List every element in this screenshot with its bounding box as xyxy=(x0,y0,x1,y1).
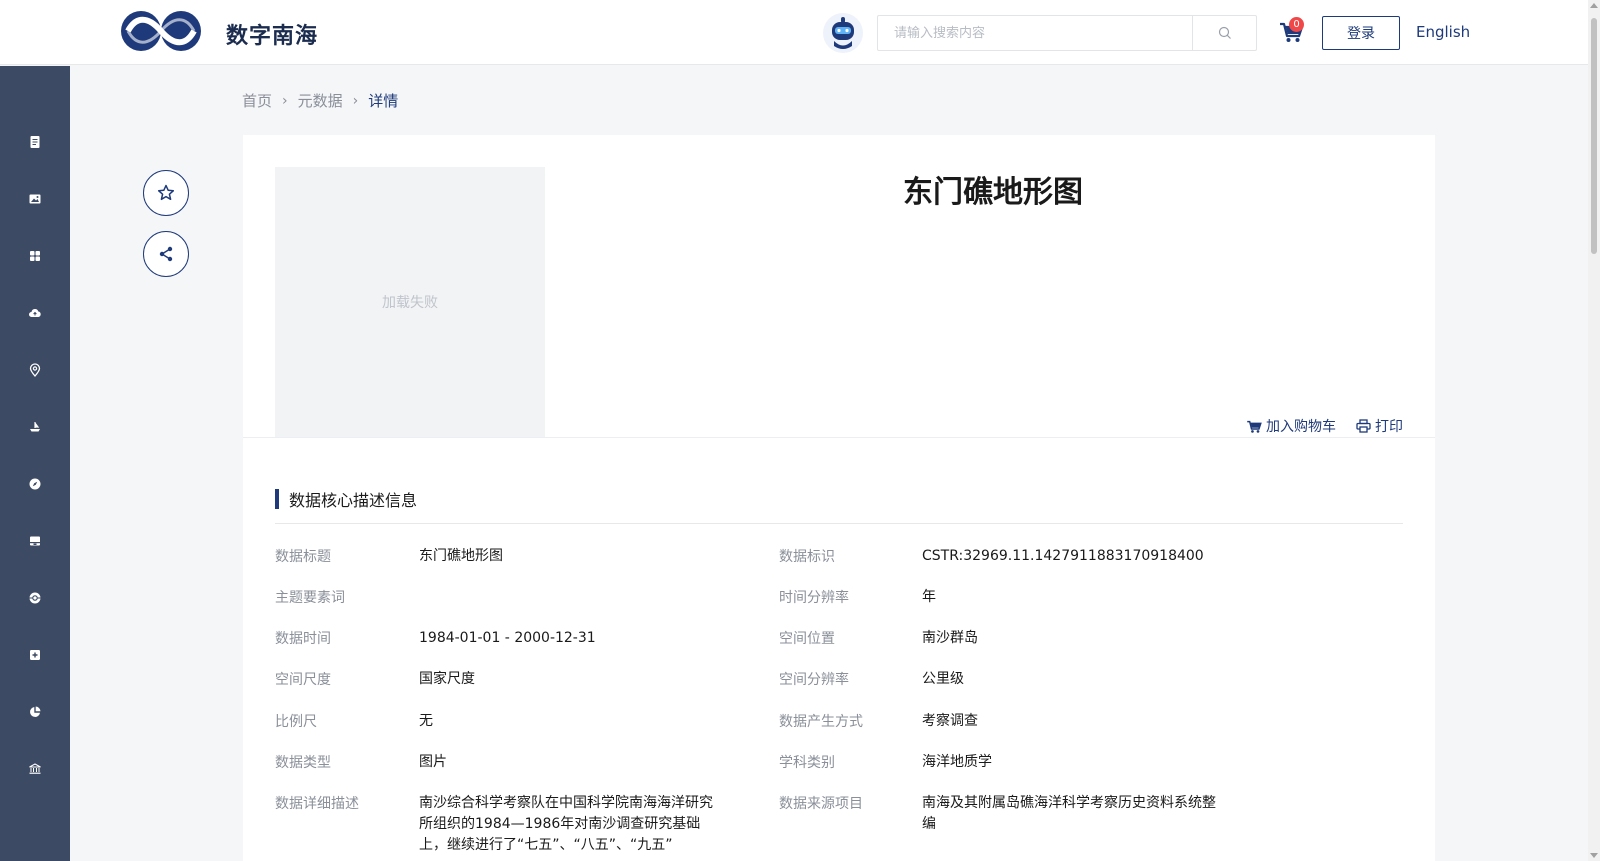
metadata-label: 数据产生方式 xyxy=(779,714,863,730)
building-icon xyxy=(29,763,41,774)
archive-icon xyxy=(30,536,40,546)
cart-icon xyxy=(1247,420,1262,433)
add-to-cart-label: 加入购物车 xyxy=(1266,419,1336,435)
divider xyxy=(243,437,1435,438)
metadata-value: 海洋地质学 xyxy=(922,754,992,770)
scroll-down-icon[interactable] xyxy=(1590,853,1598,858)
metadata-value: 年 xyxy=(922,589,936,605)
login-button[interactable]: 登录 xyxy=(1322,16,1400,50)
plus-square-icon xyxy=(30,650,40,660)
pie-chart-icon xyxy=(30,706,41,717)
image-icon xyxy=(29,194,41,204)
cloud-icon xyxy=(29,309,41,317)
metadata-value: 南沙综合科学考察队在中国科学院南海海洋研究所组织的1984—1986年对南沙调查… xyxy=(419,795,713,853)
cart-count-badge: 0 xyxy=(1289,17,1304,32)
sidebar-item-location[interactable] xyxy=(0,350,70,390)
metadata-label: 数据详细描述 xyxy=(275,796,359,812)
favorite-button[interactable] xyxy=(143,170,189,216)
page-scrollbar[interactable] xyxy=(1588,0,1600,861)
sidebar-item-archive[interactable] xyxy=(0,521,70,561)
search-input[interactable] xyxy=(878,16,1192,50)
metadata-value: 南沙群岛 xyxy=(922,630,978,646)
location-pin-icon xyxy=(29,363,41,377)
star-icon xyxy=(157,184,175,201)
metadata-label: 数据类型 xyxy=(275,755,331,771)
share-button[interactable] xyxy=(143,231,189,277)
sidebar-item-statistics[interactable] xyxy=(0,692,70,732)
breadcrumb-metadata[interactable]: 元数据 xyxy=(298,90,343,111)
section-heading: 数据核心描述信息 xyxy=(275,487,417,511)
breadcrumb: 首页 › 元数据 › 详情 xyxy=(242,90,398,111)
metadata-label: 空间尺度 xyxy=(275,672,331,688)
top-header: 数字南海 0 登录 English xyxy=(0,0,1588,65)
sidebar-item-add[interactable] xyxy=(0,635,70,675)
print-button[interactable]: 打印 xyxy=(1356,416,1403,436)
left-sidebar xyxy=(0,66,70,861)
metadata-label: 空间分辨率 xyxy=(779,672,849,688)
scroll-thumb[interactable] xyxy=(1591,18,1597,254)
sidebar-item-globe[interactable] xyxy=(0,578,70,618)
sidebar-item-document[interactable] xyxy=(0,122,70,162)
page-title: 东门礁地形图 xyxy=(903,175,1083,210)
metadata-value: CSTR:32969.11.1427911883170918400 xyxy=(922,548,1204,564)
metadata-label: 数据标识 xyxy=(779,549,835,565)
robot-assistant-icon[interactable] xyxy=(822,12,864,54)
metadata-value: 考察调查 xyxy=(922,713,978,729)
search-box xyxy=(877,15,1257,51)
document-icon xyxy=(30,136,40,148)
metadata-value: 南海及其附属岛礁海洋科学考察历史资料系统整编 xyxy=(922,795,1216,832)
metadata-label: 数据时间 xyxy=(275,631,331,647)
sidebar-item-ship[interactable] xyxy=(0,407,70,447)
detail-actions: 加入购物车 打印 xyxy=(1246,416,1403,436)
metadata-value: 无 xyxy=(419,713,433,729)
sidebar-item-cloud[interactable] xyxy=(0,293,70,333)
thumbnail-placeholder: 加载失败 xyxy=(275,167,545,437)
scroll-up-icon[interactable] xyxy=(1590,3,1598,8)
metadata-label: 比例尺 xyxy=(275,714,317,730)
section-title-text: 数据核心描述信息 xyxy=(289,491,418,510)
ship-icon xyxy=(30,422,40,432)
print-label: 打印 xyxy=(1375,419,1403,435)
logo-icon[interactable] xyxy=(118,8,204,54)
metadata-value: 公里级 xyxy=(922,671,964,687)
globe-icon xyxy=(29,592,41,604)
metadata-label: 时间分辨率 xyxy=(779,590,849,606)
metadata-value: 东门礁地形图 xyxy=(419,548,503,564)
metadata-label: 数据标题 xyxy=(275,549,331,565)
grid-icon xyxy=(30,251,40,261)
sidebar-item-institution[interactable] xyxy=(0,749,70,789)
add-to-cart-button[interactable]: 加入购物车 xyxy=(1246,416,1336,436)
metadata-value: 国家尺度 xyxy=(419,671,475,687)
chevron-right-icon: › xyxy=(352,92,359,109)
language-switch-link[interactable]: English xyxy=(1416,23,1470,41)
search-button[interactable] xyxy=(1192,16,1256,50)
metadata-label: 空间位置 xyxy=(779,631,835,647)
breadcrumb-detail: 详情 xyxy=(368,92,399,110)
metadata-label: 学科类别 xyxy=(779,755,835,771)
metadata-value: 1984-01-01 - 2000-12-31 xyxy=(419,630,596,646)
share-icon xyxy=(159,246,173,262)
breadcrumb-home[interactable]: 首页 xyxy=(242,90,272,111)
detail-card: 加载失败 东门礁地形图 加入购物车 打印 数据核心描述信息 数据标题 东门礁地形… xyxy=(243,135,1435,861)
section-accent-bar xyxy=(275,489,279,509)
compass-icon xyxy=(29,478,41,490)
image-load-failed-text: 加载失败 xyxy=(382,295,438,311)
metadata-value: 图片 xyxy=(419,754,447,770)
divider xyxy=(275,523,1403,524)
sidebar-item-image[interactable] xyxy=(0,179,70,219)
sidebar-item-compass[interactable] xyxy=(0,464,70,504)
sidebar-item-grid[interactable] xyxy=(0,236,70,276)
metadata-label: 主题要素词 xyxy=(275,590,345,606)
metadata-label: 数据来源项目 xyxy=(779,796,863,812)
chevron-right-icon: › xyxy=(282,92,288,109)
printer-icon xyxy=(1356,419,1371,433)
search-icon xyxy=(1218,26,1231,39)
logo-text: 数字南海 xyxy=(226,24,319,49)
